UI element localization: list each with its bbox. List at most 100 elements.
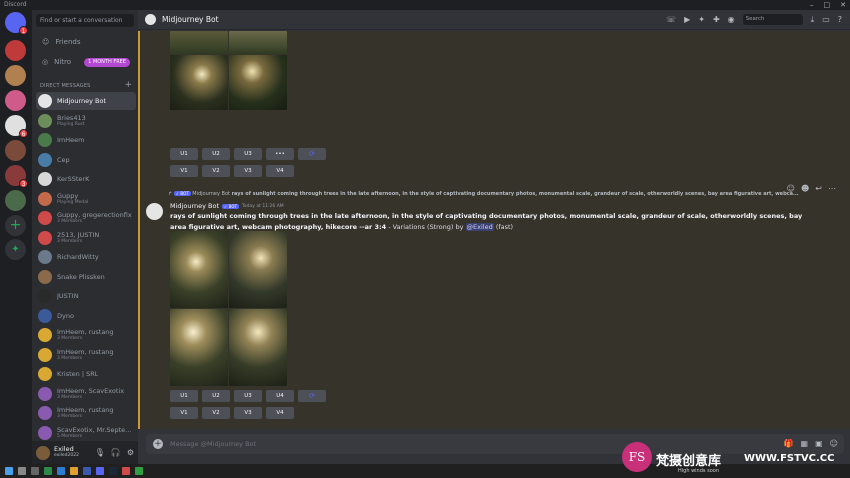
reply-reference[interactable]: ↱ ✓ BOT Midjourney Bot rays of sunlight … — [168, 191, 808, 197]
result-image-1[interactable] — [170, 231, 228, 308]
prev-v3-button[interactable]: V3 — [234, 165, 262, 177]
previous-image-grid[interactable] — [170, 31, 287, 110]
app-icon[interactable] — [122, 467, 130, 475]
nav-nitro[interactable]: ◎ Nitro 1 MONTH FREE — [36, 54, 136, 71]
result-image-2[interactable] — [229, 231, 287, 308]
dm-item[interactable]: RichardWitty — [36, 248, 136, 266]
folder-icon[interactable] — [70, 467, 78, 475]
reroll-button[interactable]: ⟳ — [298, 390, 326, 402]
dm-item[interactable]: Guppy, gregerectionfix 3 Members — [36, 209, 136, 227]
video-call-icon[interactable]: ▶ — [684, 15, 690, 24]
create-dm-icon[interactable]: + — [124, 80, 132, 90]
grid-image-3[interactable] — [170, 55, 228, 110]
server-icon[interactable]: 3 — [5, 165, 28, 188]
prev-u3-button[interactable]: U3 — [234, 148, 262, 160]
prev-v1-button[interactable]: V1 — [170, 165, 198, 177]
grid-image-4[interactable] — [229, 55, 287, 110]
message-header: Midjourney Bot ✓ BOT Today at 11:26 AM — [170, 202, 284, 210]
app-icon[interactable] — [83, 467, 91, 475]
add-server-icon[interactable]: + — [5, 215, 26, 236]
taskview-icon[interactable] — [31, 467, 39, 475]
dm-item[interactable]: Midjourney Bot — [36, 92, 136, 110]
discord-taskbar-icon[interactable] — [96, 467, 104, 475]
voice-call-icon[interactable]: ☏ — [666, 15, 676, 24]
home-discord-icon[interactable]: 1 — [5, 12, 28, 35]
pin-icon[interactable]: ✦ — [698, 15, 705, 24]
find-conversation-input[interactable]: Find or start a conversation — [36, 14, 134, 27]
close-icon[interactable]: ✕ — [840, 0, 846, 10]
dm-item[interactable]: ImHeem, ScavExotix 3 Members — [36, 385, 136, 403]
dm-item[interactable]: Snake Plissken — [36, 268, 136, 286]
settings-gear-icon[interactable]: ⚙ — [127, 448, 134, 457]
variation-v4-button[interactable]: V4 — [266, 407, 294, 419]
message-author[interactable]: Midjourney Bot — [170, 202, 219, 210]
previous-upscale-row: U1 U2 U3 ••• ⟳ — [170, 148, 326, 160]
variation-v1-button[interactable]: V1 — [170, 407, 198, 419]
more-button[interactable]: ••• — [266, 148, 294, 160]
start-icon[interactable] — [5, 467, 13, 475]
reply-icon[interactable]: ↩ — [815, 184, 822, 193]
more-options-icon[interactable]: ⋯ — [828, 184, 836, 193]
message-list[interactable]: U1 U2 U3 ••• ⟳ V1 V2 V3 V4 ☺ ☻ ↩ ⋯ ↱ ✓ BOT Midj… — [138, 31, 850, 429]
prev-u2-button[interactable]: U2 — [202, 148, 230, 160]
upscale-u2-button[interactable]: U2 — [202, 390, 230, 402]
result-image-4[interactable] — [229, 309, 287, 386]
help-icon[interactable]: ? — [838, 15, 842, 24]
dm-item[interactable]: ImHeem, rustang 3 Members — [36, 346, 136, 364]
headphones-icon[interactable]: 🎧 — [111, 448, 121, 457]
dm-item[interactable]: Guppy Playing Medal — [36, 190, 136, 208]
dm-item[interactable]: ImHeem, rustang 3 Members — [36, 404, 136, 422]
prev-v2-button[interactable]: V2 — [202, 165, 230, 177]
dm-item[interactable]: 2513, JUSTIN 3 Members — [36, 229, 136, 247]
download-icon[interactable]: ⤓ — [811, 15, 815, 25]
attach-plus-icon[interactable]: + — [153, 439, 163, 449]
upscale-u3-button[interactable]: U3 — [234, 390, 262, 402]
variation-v3-button[interactable]: V3 — [234, 407, 262, 419]
grid-image-2[interactable] — [229, 31, 287, 54]
inbox-icon[interactable]: ▭ — [822, 15, 830, 24]
app-icon[interactable] — [135, 467, 143, 475]
dm-item[interactable]: Bries413 Playing Rust — [36, 112, 136, 130]
nav-friends[interactable]: ☺ Friends — [36, 34, 136, 51]
maximize-icon[interactable]: □ — [824, 0, 831, 10]
prev-u1-button[interactable]: U1 — [170, 148, 198, 160]
explore-servers-icon[interactable]: ✦ — [5, 239, 26, 260]
reroll-button[interactable]: ⟳ — [298, 148, 326, 160]
steam-icon[interactable] — [109, 467, 117, 475]
microphone-icon[interactable]: 🎙 — [95, 448, 105, 457]
speed-label: (fast) — [493, 223, 514, 231]
upscale-u1-button[interactable]: U1 — [170, 390, 198, 402]
message-avatar[interactable] — [146, 203, 163, 220]
search-input[interactable]: Search — [742, 14, 803, 25]
search-taskbar-icon[interactable] — [18, 467, 26, 475]
user-avatar[interactable] — [36, 445, 50, 460]
upscale-u4-button[interactable]: U4 — [266, 390, 294, 402]
result-image-grid[interactable] — [170, 231, 287, 386]
dm-item[interactable]: ScavExotix, Mr.Septe... 5 Members — [36, 424, 136, 442]
server-icon[interactable] — [5, 140, 26, 161]
dm-item[interactable]: KerSSterK — [36, 170, 136, 188]
dm-item[interactable]: JUSTIN — [36, 287, 136, 305]
result-image-3[interactable] — [170, 309, 228, 386]
window-controls: – □ ✕ — [810, 0, 846, 10]
grid-image-1[interactable] — [170, 31, 228, 54]
server-icon[interactable] — [5, 190, 26, 211]
dm-item[interactable]: ImHeem — [36, 131, 136, 149]
server-icon[interactable] — [5, 65, 26, 86]
dm-item[interactable]: Cep — [36, 151, 136, 169]
dm-item[interactable]: ImHeem, rustang 3 Members — [36, 326, 136, 344]
profile-icon[interactable]: ◉ — [728, 15, 735, 24]
minimize-icon[interactable]: – — [810, 0, 814, 10]
dm-item[interactable]: Kristen | SRL — [36, 365, 136, 383]
add-friend-icon[interactable]: ✚ — [713, 15, 720, 24]
dm-item[interactable]: Dyno — [36, 307, 136, 325]
server-icon[interactable] — [5, 40, 26, 61]
server-icon[interactable]: 6 — [5, 115, 28, 138]
variation-v2-button[interactable]: V2 — [202, 407, 230, 419]
app-icon[interactable] — [44, 467, 52, 475]
user-mention[interactable]: @Exiled — [465, 223, 494, 231]
browser-icon[interactable] — [57, 467, 65, 475]
server-icon[interactable] — [5, 90, 26, 111]
dm-avatar — [38, 94, 52, 108]
prev-v4-button[interactable]: V4 — [266, 165, 294, 177]
